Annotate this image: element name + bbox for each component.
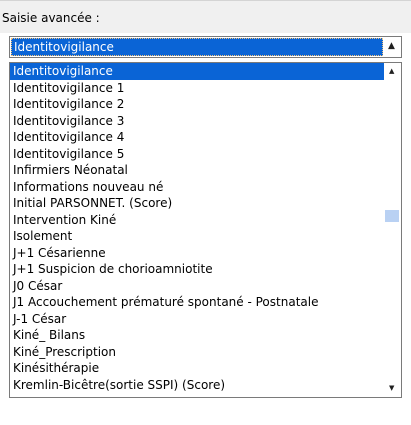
list-item[interactable]: Initial PARSONNET. (Score) [10,195,384,212]
form-selector-combobox[interactable]: Identitovigilance ▲ [9,36,402,58]
list-item[interactable]: Identitovigilance [10,63,384,80]
scroll-up-button[interactable]: ▲ [384,63,401,80]
advanced-entry-label: Saisie avancée : [2,11,100,25]
list-item[interactable]: Kremlin-Bicêtre(sortie SSPI) (Score) [10,377,384,394]
triangle-up-icon: ▲ [388,41,395,51]
vertical-scrollbar[interactable]: ▲ ▼ [384,63,401,397]
list-item[interactable]: Intervention Kiné [10,212,384,229]
list-item[interactable]: Kiné_ Bilans [10,327,384,344]
option-list: Identitovigilance Identitovigilance 1 Iden… [10,63,384,393]
list-item[interactable]: Infirmiers Néonatal [10,162,384,179]
dropdown-list[interactable]: Identitovigilance Identitovigilance 1 Iden… [9,62,402,398]
advanced-entry-panel: Saisie avancée : Identitovigilance ▲ Ide… [0,0,411,425]
list-item[interactable]: J+1 Suspicion de chorioamniotite [10,261,384,278]
list-item[interactable]: Identitovigilance 1 [10,80,384,97]
list-item[interactable]: Identitovigilance 2 [10,96,384,113]
scroll-thumb[interactable] [385,210,399,222]
list-item[interactable]: J+1 Césarienne [10,245,384,262]
list-item[interactable]: Identitovigilance 5 [10,146,384,163]
scroll-down-button[interactable]: ▼ [384,380,401,397]
combobox-dropdown-button[interactable]: ▲ [384,37,401,57]
list-item[interactable]: Kiné_Prescription [10,344,384,361]
list-item[interactable]: Kinésithérapie [10,360,384,377]
caption-bar: Saisie avancée : [0,0,411,33]
combobox-selected-value[interactable]: Identitovigilance [11,38,383,56]
list-item[interactable]: Informations nouveau né [10,179,384,196]
list-item[interactable]: Identitovigilance 4 [10,129,384,146]
list-item[interactable]: J-1 César [10,311,384,328]
list-item[interactable]: Isolement [10,228,384,245]
arrow-down-icon: ▼ [389,384,395,392]
arrow-up-icon: ▲ [389,67,395,75]
list-item[interactable]: J0 César [10,278,384,295]
list-item[interactable]: J1 Accouchement prématuré spontané - Pos… [10,294,384,311]
list-item[interactable]: Identitovigilance 3 [10,113,384,130]
